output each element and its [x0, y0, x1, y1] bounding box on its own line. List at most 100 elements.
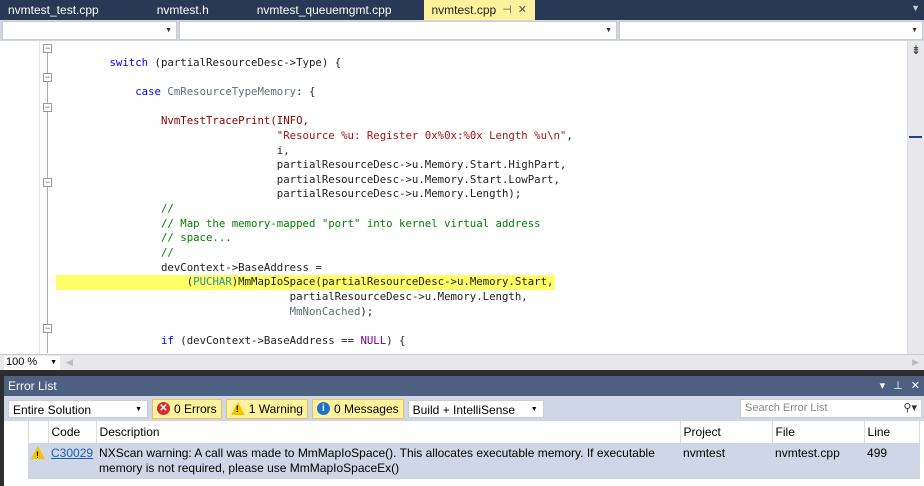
panel-title: Error List	[8, 379, 57, 393]
code-text: switch (partialResourceDesc->Type) { cas…	[56, 41, 573, 378]
type: PUCHAR	[193, 275, 232, 289]
close-icon[interactable]: ✕	[911, 379, 920, 392]
collapse-icon[interactable]: −	[43, 178, 52, 187]
error-description: NXScan warning: A call was made to MmMap…	[96, 443, 681, 479]
column-header-description[interactable]: Description	[96, 421, 681, 443]
enum: MmNonCached	[289, 304, 361, 318]
code: devContext->BaseAddress =	[160, 260, 322, 274]
table-row[interactable]: ! C30029 NXScan warning: A call was made…	[4, 443, 920, 479]
error-list-toolbar: Entire Solution ▼ ✕ 0 Errors ! 1 Warning i0…	[4, 396, 924, 421]
pin-icon[interactable]: ⊣	[502, 3, 512, 20]
errors-label: 0 Errors	[174, 401, 217, 416]
info-icon: i	[316, 402, 330, 415]
column-header-blank[interactable]	[4, 421, 29, 443]
pin-icon[interactable]: ⊥	[893, 379, 903, 392]
search-placeholder: Search Error List	[745, 402, 828, 414]
comment: // space...	[160, 231, 232, 245]
code: )MmMapIoSpace(partialResourceDesc->u.Mem…	[231, 275, 554, 289]
scope-filter-dropdown[interactable]: Entire Solution ▼	[8, 399, 148, 418]
document-tabs: nvmtest_test.cpp nvmtest.h nvmtest_queue…	[0, 0, 924, 20]
chevron-down-icon: ▼	[50, 359, 57, 366]
split-icon[interactable]: ⇟	[911, 43, 921, 57]
search-icon[interactable]: ⚲▾	[903, 401, 917, 414]
tab-label: nvmtest.cpp	[431, 3, 497, 17]
line-gutter	[0, 41, 40, 354]
code: ,	[566, 128, 573, 142]
chevron-down-icon: ▼	[165, 27, 172, 34]
fold-guide	[47, 53, 48, 353]
messages-filter-button[interactable]: i0 Messages	[311, 398, 404, 419]
error-list-header: Error List ▾ ⊥ ✕	[4, 376, 924, 396]
error-code-link[interactable]: C30029	[51, 446, 93, 460]
collapse-icon[interactable]: −	[43, 324, 52, 333]
search-error-list-input[interactable]: Search Error List ⚲▾	[740, 399, 922, 418]
comment: //	[160, 202, 174, 216]
caret-marker	[909, 136, 922, 138]
member-dropdown[interactable]: ▼	[619, 21, 923, 40]
highlighted-line: (PUCHAR)MmMapIoSpace(partialResourceDesc…	[56, 275, 555, 290]
keyword: case	[135, 84, 161, 98]
vertical-scrollbar[interactable]: ⇟	[907, 41, 924, 354]
error-table: Code Description Project File Line ! C30…	[4, 421, 921, 479]
messages-label: 0 Messages	[333, 401, 399, 416]
error-file: nvmtest.cpp	[772, 443, 865, 479]
comment: // Map the memory-mapped "port" into ker…	[160, 216, 541, 230]
collapse-icon[interactable]: −	[43, 103, 52, 112]
errors-filter-button[interactable]: ✕ 0 Errors	[152, 398, 222, 419]
error-list-panel: Error List ▾ ⊥ ✕ Entire Solution ▼ ✕ 0 Error…	[4, 376, 924, 486]
warnings-label: 1 Warning	[248, 401, 303, 416]
comment: //	[160, 245, 174, 259]
warnings-filter-button[interactable]: ! 1 Warning	[225, 398, 308, 419]
build-value: Build + IntelliSense	[412, 402, 516, 417]
collapse-icon[interactable]: −	[43, 73, 52, 82]
collapse-icon[interactable]: −	[43, 44, 52, 53]
tab-nvmtest-queuemgmt-cpp[interactable]: nvmtest_queuemgmt.cpp	[217, 0, 400, 20]
tab-nvmtest-cpp[interactable]: nvmtest.cpp ⊣ ✕	[423, 0, 536, 20]
chevron-down-icon: ▼	[605, 27, 612, 34]
column-header-code[interactable]: Code	[48, 421, 97, 443]
dropdown-icon[interactable]: ▾	[880, 379, 886, 392]
editor-bottom-bar: 100 % ▼ ◀ ▶	[0, 354, 924, 370]
code: partialResourceDesc->u.Memory.Start.LowP…	[276, 172, 560, 186]
scope-value: Entire Solution	[13, 402, 92, 417]
code: i,	[276, 143, 290, 157]
error-icon: ✕	[157, 402, 170, 415]
code: partialResourceDesc->u.Memory.Length,	[289, 289, 528, 303]
code: : {	[296, 84, 316, 98]
zoom-dropdown[interactable]: 100 % ▼	[4, 356, 60, 370]
column-header-icon[interactable]	[28, 421, 49, 443]
tab-overflow-dropdown[interactable]: ▼	[911, 3, 920, 13]
table-header: Code Description Project File Line	[4, 421, 921, 443]
zoom-level: 100 %	[6, 356, 38, 368]
build-filter-dropdown[interactable]: Build + IntelliSense ▼	[407, 399, 544, 418]
macro-call: NvmTestTracePrint(INFO,	[160, 114, 309, 128]
tab-nvmtest-test-cpp[interactable]: nvmtest_test.cpp	[0, 0, 107, 20]
keyword: if	[160, 333, 174, 347]
error-line: 499	[864, 443, 920, 479]
navigation-bar: ▼ ▼ ▼	[0, 20, 924, 41]
macro: NULL	[360, 333, 387, 347]
scroll-left-icon[interactable]: ◀	[66, 357, 73, 368]
code-editor[interactable]: − − − − − switch (partialResourceDesc->T…	[0, 41, 924, 354]
scope-dropdown[interactable]: ▼	[179, 21, 617, 40]
string: "Resource %u: Register 0x%0x:%0x Length …	[276, 128, 567, 142]
code: (partialResourceDesc->Type) {	[148, 55, 342, 69]
keyword: switch	[109, 55, 149, 69]
tab-nvmtest-h[interactable]: nvmtest.h	[107, 0, 217, 20]
column-header-line[interactable]: Line	[864, 421, 921, 443]
close-icon[interactable]: ✕	[518, 3, 527, 20]
column-header-project[interactable]: Project	[680, 421, 773, 443]
enum: CmResourceTypeMemory	[160, 84, 297, 98]
code: );	[360, 304, 374, 318]
column-header-file[interactable]: File	[772, 421, 865, 443]
warning-icon: !	[31, 446, 45, 460]
chevron-down-icon: ▼	[911, 27, 918, 34]
project-dropdown[interactable]: ▼	[2, 21, 177, 40]
code: partialResourceDesc->u.Memory.Start.High…	[276, 158, 567, 172]
code: ) {	[386, 333, 406, 347]
chevron-down-icon: ▼	[135, 405, 142, 413]
warning-icon: !	[230, 402, 245, 415]
scroll-right-icon[interactable]: ▶	[912, 357, 919, 368]
code: (devContext->BaseAddress ==	[173, 333, 361, 347]
chevron-down-icon: ▼	[530, 405, 538, 413]
